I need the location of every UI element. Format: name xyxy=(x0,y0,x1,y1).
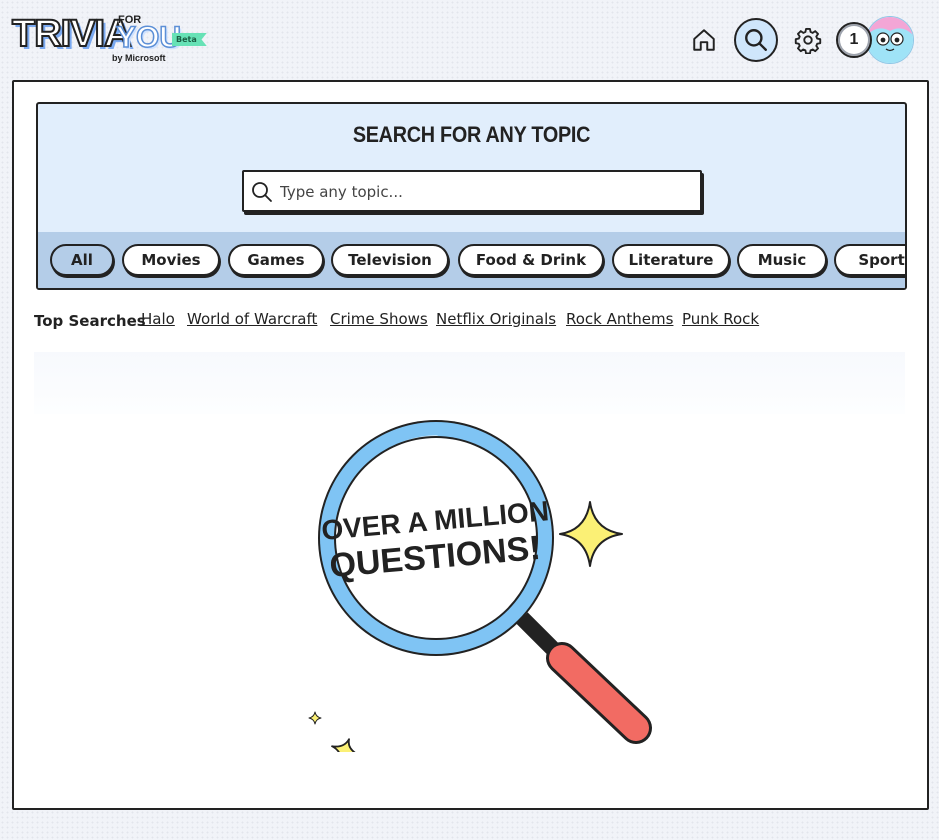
search-icon xyxy=(252,182,272,202)
settings-button[interactable] xyxy=(788,20,828,60)
category-chip-sports[interactable]: Sports xyxy=(834,244,905,276)
category-chip-movies[interactable]: Movies xyxy=(122,244,220,276)
top-search-link[interactable]: Netflix Originals xyxy=(436,310,556,328)
top-search-link[interactable]: Rock Anthems xyxy=(566,310,673,328)
search-section: SEARCH FOR ANY TOPIC All Movies Games Te… xyxy=(36,102,907,290)
category-chip-all[interactable]: All xyxy=(50,244,114,276)
category-chip-television[interactable]: Television xyxy=(331,244,449,276)
logo-byline: by Microsoft xyxy=(112,53,166,63)
category-chip-music[interactable]: Music xyxy=(737,244,827,276)
search-nav-button[interactable] xyxy=(734,18,778,62)
magnifier-handle-icon xyxy=(516,612,652,744)
top-search-link[interactable]: Crime Shows xyxy=(330,310,428,328)
app-header: TRIVIA FOR YOU Beta by Microsoft 1 xyxy=(0,0,939,80)
sparkle-icon xyxy=(308,711,322,725)
gear-icon xyxy=(794,27,822,54)
top-search-link[interactable]: World of Warcraft xyxy=(187,310,317,328)
search-title: SEARCH FOR ANY TOPIC xyxy=(352,122,591,147)
sparkle-icon xyxy=(559,501,623,567)
logo-you-text: YOU xyxy=(115,21,182,55)
hero-illustration: OVER A MILLION QUESTIONS! xyxy=(294,412,674,765)
home-button[interactable] xyxy=(684,20,724,60)
beta-badge: Beta xyxy=(172,33,207,46)
top-search-link[interactable]: Halo xyxy=(141,310,175,328)
main-panel: SEARCH FOR ANY TOPIC All Movies Games Te… xyxy=(12,80,929,810)
logo-trivia-text: TRIVIA xyxy=(11,12,133,56)
coin-counter[interactable]: 1 xyxy=(836,22,872,58)
top-searches-label: Top Searches xyxy=(34,312,146,330)
results-placeholder xyxy=(34,352,905,414)
search-input[interactable] xyxy=(278,172,692,212)
sparkle-icon xyxy=(331,738,360,765)
search-icon xyxy=(745,29,767,51)
category-chip-food-drink[interactable]: Food & Drink xyxy=(458,244,604,276)
category-chip-games[interactable]: Games xyxy=(228,244,324,276)
top-search-link[interactable]: Punk Rock xyxy=(682,310,759,328)
trivia-for-you-logo[interactable]: TRIVIA FOR YOU Beta by Microsoft xyxy=(11,12,212,67)
avatar-character-icon xyxy=(867,17,913,63)
category-filter-bar: All Movies Games Television Food & Drink… xyxy=(38,232,905,288)
avatar[interactable] xyxy=(866,16,914,64)
home-icon xyxy=(693,29,715,51)
magnifier-illustration: OVER A MILLION QUESTIONS! xyxy=(308,420,652,765)
search-field[interactable] xyxy=(242,170,702,212)
category-chip-literature[interactable]: Literature xyxy=(612,244,730,276)
